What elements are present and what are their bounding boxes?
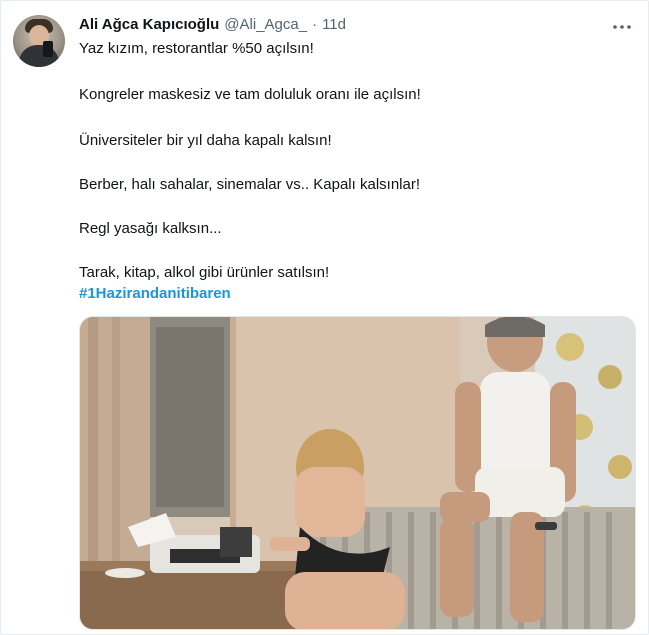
tweet-line: Kongreler maskesiz ve tam doluluk oranı … xyxy=(79,86,421,103)
more-options-icon[interactable] xyxy=(612,17,632,37)
tweet-line: Üniversiteler bir yıl daha kapalı kalsın… xyxy=(79,132,332,149)
tweet-media-photo[interactable] xyxy=(79,316,636,630)
hashtag-link[interactable]: #1Hazirandanitibaren xyxy=(79,284,231,304)
separator-dot: · xyxy=(312,16,318,33)
tweet-card[interactable]: Ali Ağca Kapıcıoğlu @Ali_Agca_ · 11d Yaz… xyxy=(0,0,649,635)
tweet-line: Berber, halı sahalar, sinemalar vs.. Kap… xyxy=(79,176,421,193)
avatar-body xyxy=(19,45,59,67)
tweet-line: Tarak, kitap, alkol gibi ürünler satılsı… xyxy=(79,264,330,281)
tweet-line: Regl yasağı kalksın... xyxy=(79,220,222,237)
author-handle[interactable]: @Ali_Agca_ xyxy=(224,15,307,35)
tweet-header: Ali Ağca Kapıcıoğlu @Ali_Agca_ · 11d xyxy=(79,15,346,35)
tweet-line: Yaz kızım, restorantlar %50 açılsın! xyxy=(79,40,314,57)
profile-avatar[interactable] xyxy=(13,15,65,67)
author-name[interactable]: Ali Ağca Kapıcıoğlu xyxy=(79,15,219,35)
avatar-phone xyxy=(43,41,53,57)
tweet-timestamp[interactable]: 11d xyxy=(322,15,346,35)
